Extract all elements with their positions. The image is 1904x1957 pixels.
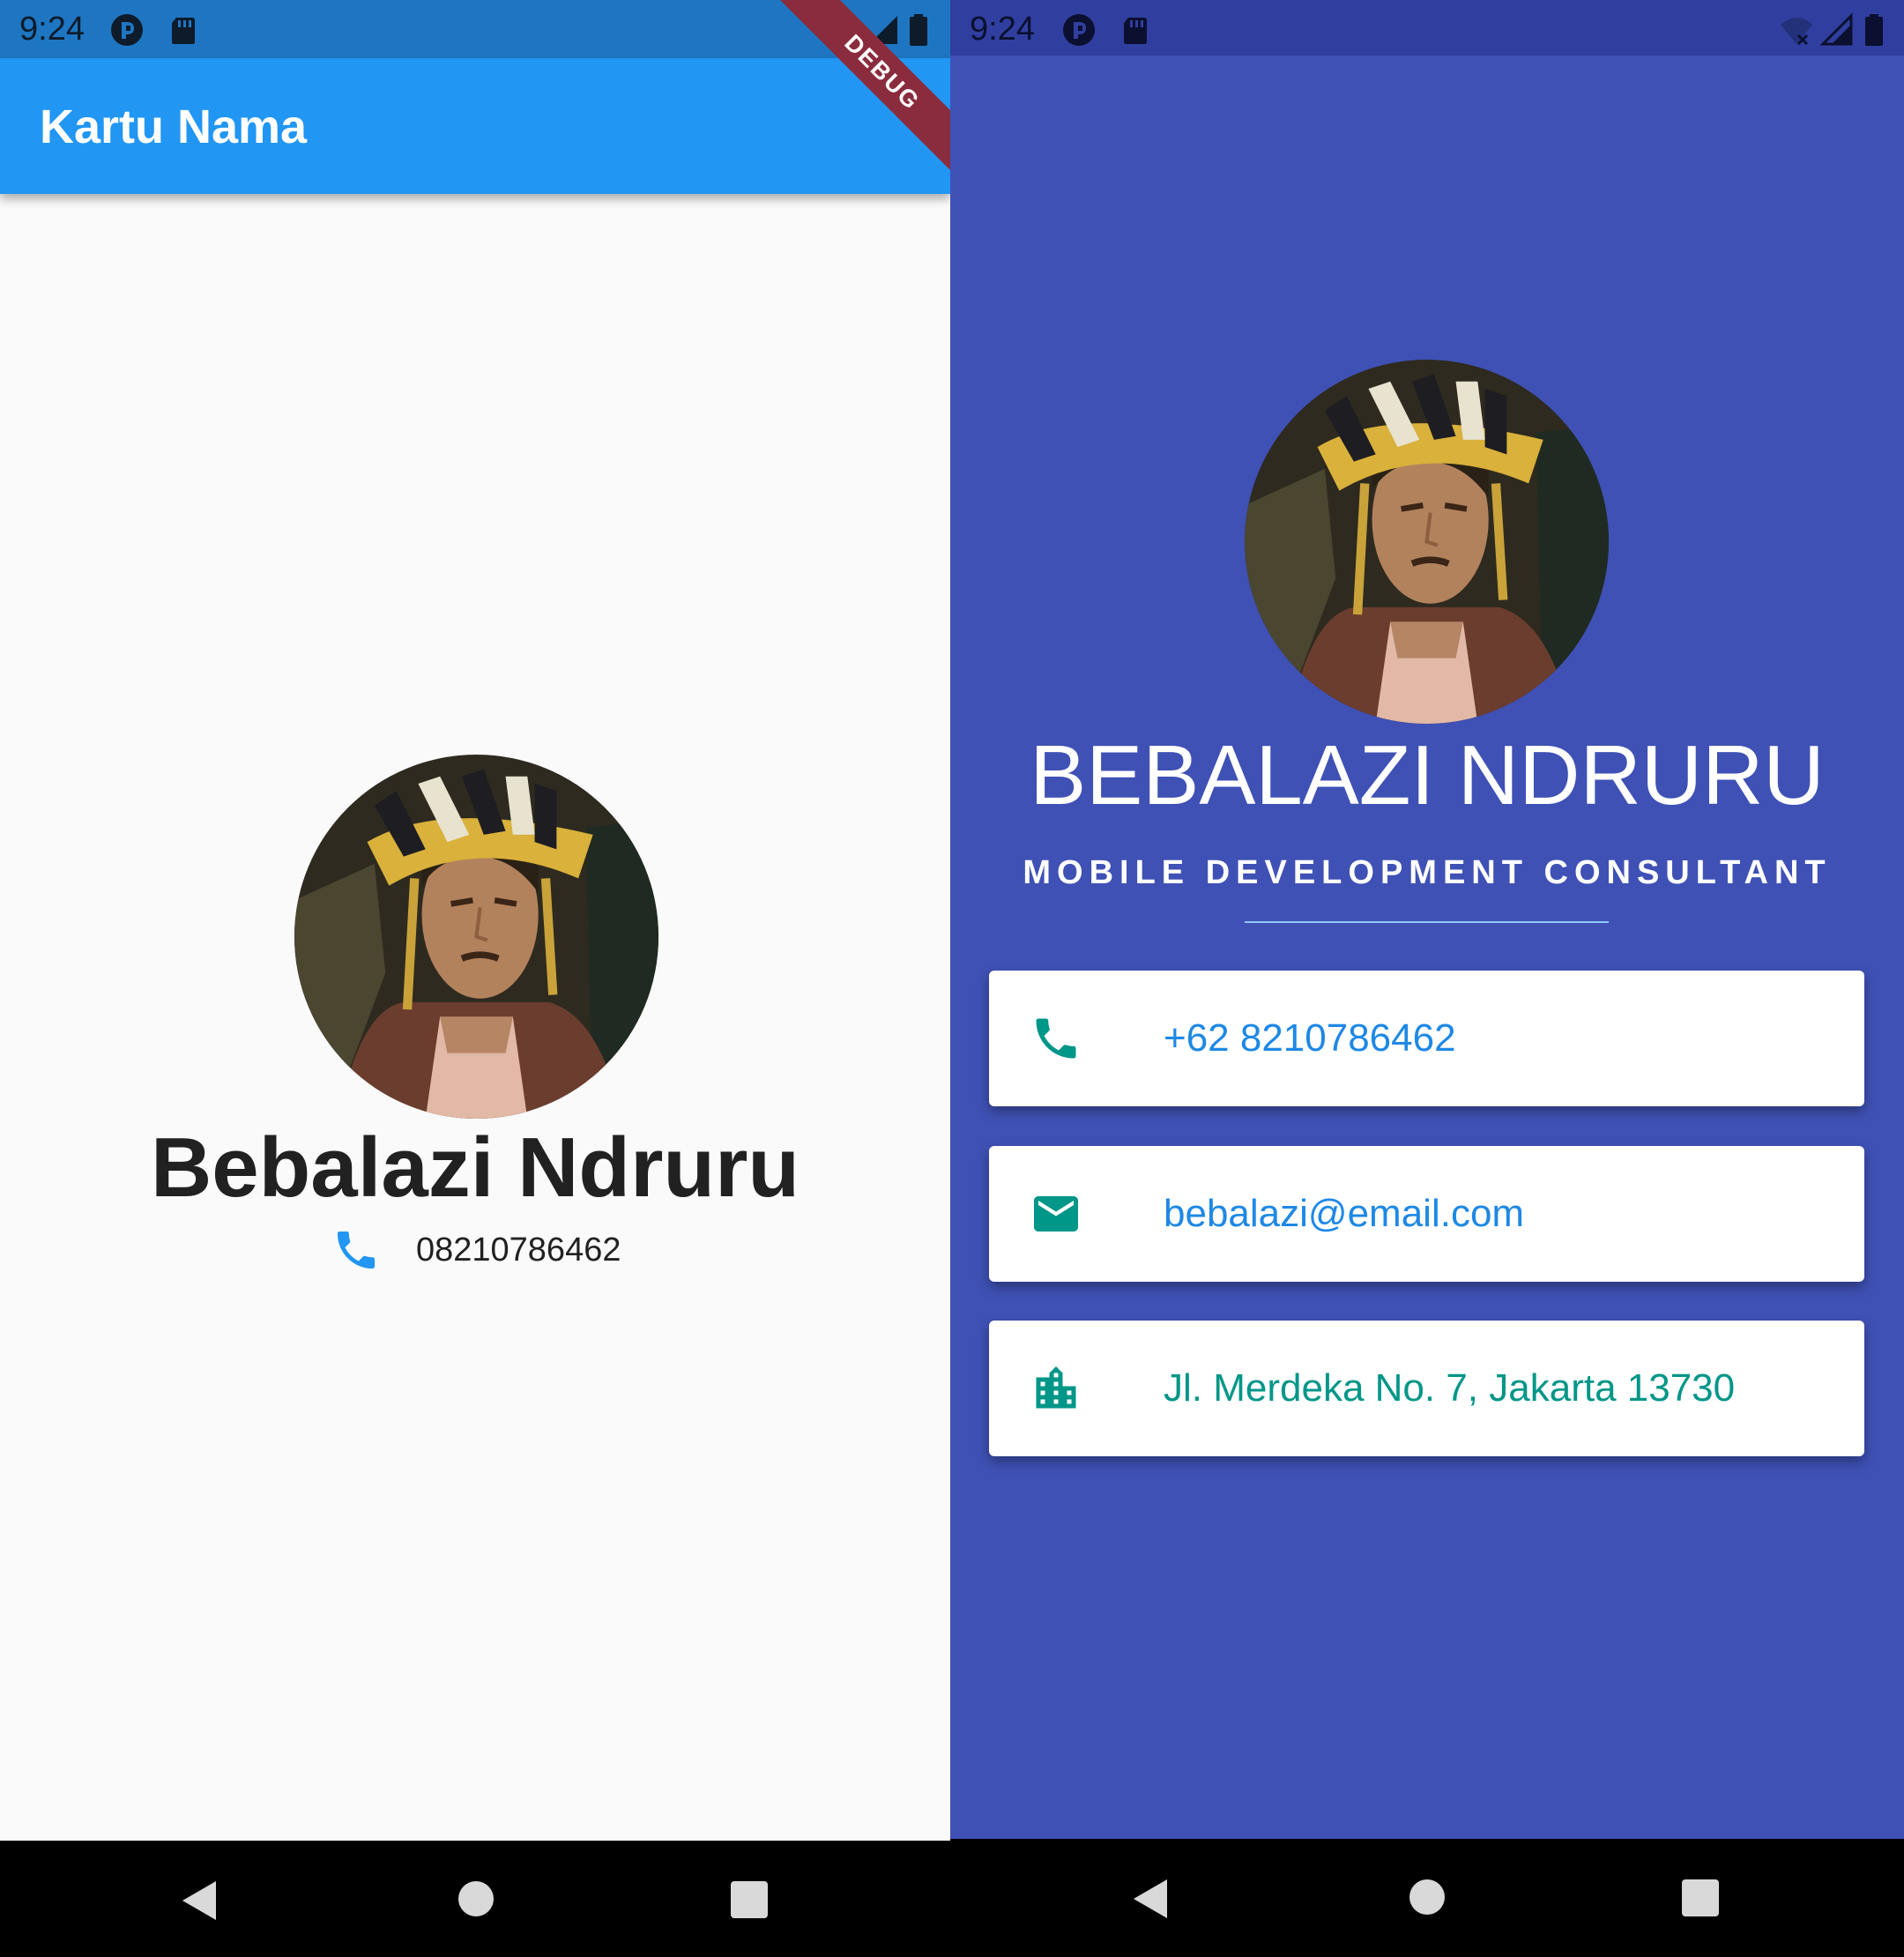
profile-title: MOBILE DEVELOPMENT CONSULTANT — [1023, 854, 1832, 891]
card-body — [950, 56, 1904, 1839]
battery-icon — [1862, 12, 1886, 48]
sync-icon — [109, 12, 145, 48]
phone-icon — [331, 1225, 381, 1275]
right-phone-screen: 9:24 BEBALAZI NDRURU MOBILE DEVELOPMENT … — [950, 0, 1904, 1957]
signal-icon — [1819, 12, 1855, 48]
email-card[interactable]: bebalazi@email.com — [989, 1146, 1864, 1282]
recents-icon[interactable] — [731, 1881, 768, 1923]
sync-icon — [1061, 12, 1097, 48]
address-card[interactable]: Jl. Merdeka No. 7, Jakarta 13730 — [989, 1321, 1864, 1456]
home-icon[interactable] — [458, 1881, 494, 1921]
navigation-bar — [0, 1841, 950, 1957]
sd-card-icon — [166, 12, 201, 48]
back-icon[interactable] — [181, 1879, 219, 1926]
recents-icon[interactable] — [1682, 1879, 1719, 1921]
business-icon — [1030, 1362, 1082, 1415]
app-bar: Kartu Nama — [0, 58, 950, 194]
email-card-text: bebalazi@email.com — [1164, 1192, 1525, 1235]
battery-icon — [906, 12, 931, 48]
profile-photo — [294, 755, 658, 1119]
app-title: Kartu Nama — [40, 100, 308, 153]
left-phone-screen: 9:24 Kartu Nama DEBUG Bebalazi Ndruru 08… — [0, 0, 950, 1957]
navigation-bar — [950, 1839, 1904, 1957]
profile-name: Bebalazi Ndruru — [150, 1120, 800, 1215]
sd-card-icon — [1118, 12, 1153, 48]
address-card-text: Jl. Merdeka No. 7, Jakarta 13730 — [1164, 1366, 1736, 1410]
status-time: 9:24 — [19, 11, 85, 48]
status-bar: 9:24 — [950, 0, 1904, 56]
divider — [1245, 921, 1609, 923]
mail-icon — [1030, 1187, 1082, 1240]
avatar — [1245, 360, 1609, 724]
back-icon[interactable] — [1132, 1878, 1171, 1924]
phone-icon — [1030, 1012, 1082, 1065]
home-icon[interactable] — [1409, 1879, 1445, 1919]
wifi-off-icon — [1779, 12, 1814, 48]
phone-card-text: +62 8210786462 — [1164, 1016, 1456, 1060]
profile-photo — [1245, 360, 1609, 724]
avatar — [294, 755, 658, 1119]
phone-number: 08210786462 — [416, 1231, 621, 1269]
status-time: 9:24 — [970, 11, 1035, 48]
phone-card[interactable]: +62 8210786462 — [989, 971, 1864, 1106]
profile-name: BEBALAZI NDRURU — [1030, 728, 1825, 822]
